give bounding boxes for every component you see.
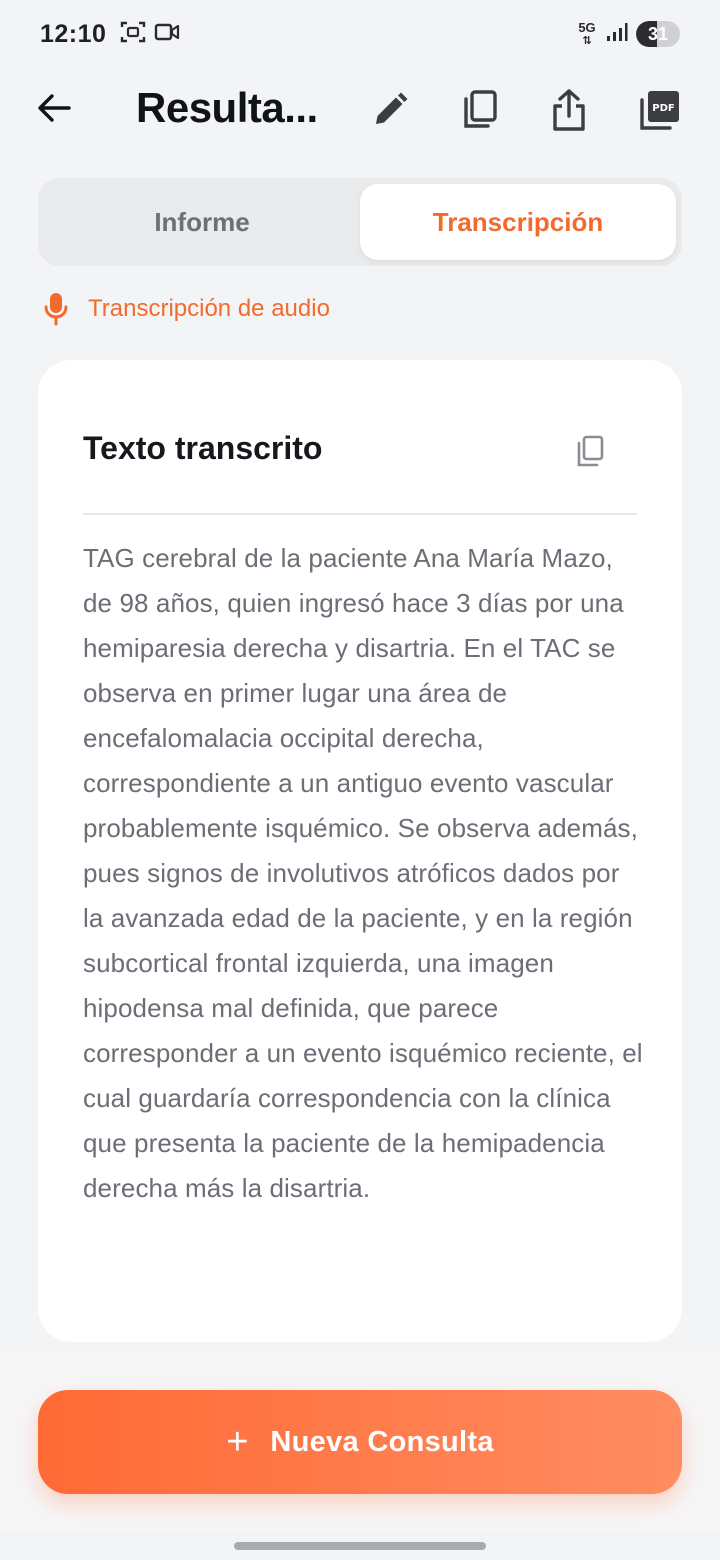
status-time: 12:10: [40, 19, 107, 48]
share-button[interactable]: [545, 86, 593, 134]
battery-level: 31: [647, 23, 669, 44]
back-button[interactable]: [32, 86, 76, 130]
transcript-text: TAG cerebral de la paciente Ana María Ma…: [83, 543, 643, 1203]
status-left-icons: [120, 20, 180, 49]
battery-icon: 31: [636, 21, 680, 47]
pdf-icon: PDF: [640, 91, 679, 130]
copy-button[interactable]: [455, 86, 503, 134]
status-bar: 12:10 5G ⇅ 31: [0, 0, 720, 68]
section-label: Transcripción de audio: [88, 295, 330, 322]
section-header: Transcripción de audio: [44, 292, 330, 326]
status-right: 5G ⇅ 31: [576, 21, 680, 48]
pdf-button[interactable]: PDF: [635, 86, 683, 134]
back-arrow-icon: [38, 94, 71, 122]
screenshot-icon: [120, 20, 146, 49]
segmented-tabs: Informe Transcripción: [38, 178, 682, 266]
page-title: Resulta...: [136, 84, 318, 131]
card-title: Texto transcrito: [83, 430, 323, 466]
microphone-icon: [44, 293, 68, 326]
new-consultation-button[interactable]: + Nueva Consulta: [38, 1390, 682, 1494]
network-indicator: 5G ⇅: [578, 19, 596, 47]
edit-icon: [376, 92, 408, 124]
tab-informe[interactable]: Informe: [44, 184, 360, 260]
new-consultation-label: Nueva Consulta: [270, 1425, 494, 1458]
home-indicator[interactable]: [234, 1542, 486, 1550]
copy-transcript-button[interactable]: [570, 432, 610, 472]
card-divider: [83, 513, 637, 515]
app-bar: Resulta... PDF: [0, 72, 720, 148]
video-record-icon: [154, 21, 180, 48]
svg-text:PDF: PDF: [652, 103, 674, 114]
copy-icon: [577, 435, 604, 467]
signal-icon: [606, 21, 628, 48]
edit-button[interactable]: [366, 86, 414, 134]
share-icon: [553, 89, 585, 131]
tab-transcripcion[interactable]: Transcripción: [360, 184, 676, 260]
transcription-card: Texto transcrito TAG cerebral de la paci…: [38, 360, 682, 1342]
network-label: 5G: [578, 19, 596, 35]
plus-icon: +: [226, 1421, 249, 1463]
screen: 12:10 5G ⇅ 31 Resulta... PDF Informe Tra…: [0, 0, 720, 1560]
copy-icon: [464, 90, 497, 128]
